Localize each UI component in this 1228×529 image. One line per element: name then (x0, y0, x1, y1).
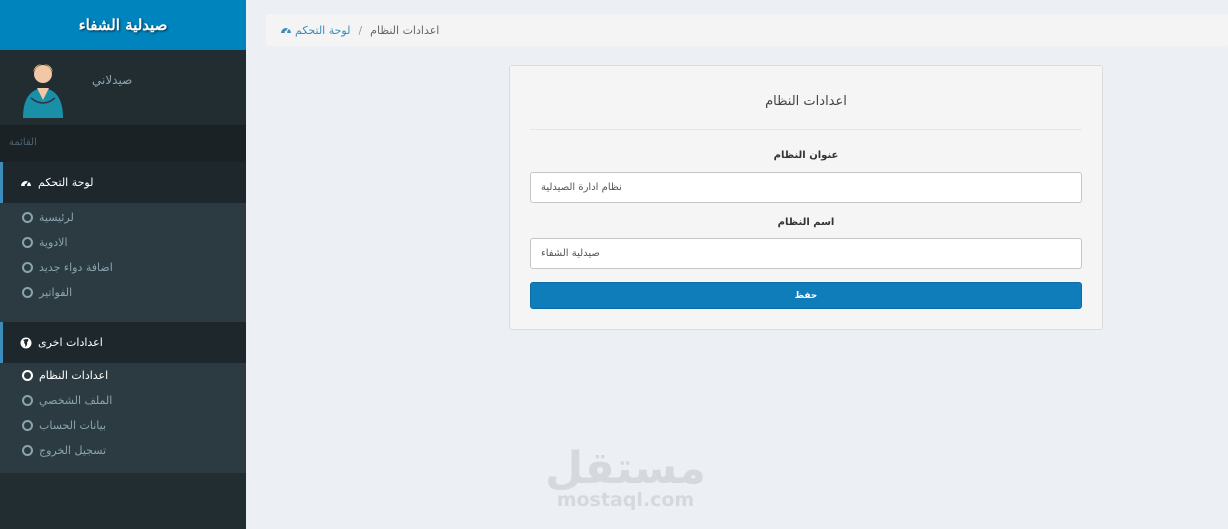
menu-header: القائمة (0, 125, 246, 162)
menu-item-label: اعدادات النظام (39, 369, 109, 382)
menu-divider (0, 305, 246, 322)
menu-item-logout[interactable]: تسجيل الخروج (0, 438, 246, 463)
circle-icon (22, 287, 33, 298)
circle-icon (22, 445, 33, 456)
menu-section-label: لوحة التحكم (38, 176, 94, 189)
circle-icon (22, 212, 33, 223)
watermark-arabic: مستقل (545, 443, 706, 494)
menu-item-system-settings[interactable]: اعدادات النظام (0, 363, 246, 388)
menu-item-invoices[interactable]: الفواتير (0, 280, 246, 305)
menu-item-label: الملف الشخصي (39, 394, 113, 407)
circle-icon (22, 237, 33, 248)
menu-item-label: بيانات الحساب (39, 419, 107, 432)
treeview-other-settings: اعدادات النظام الملف الشخصي بيانات الحسا… (0, 363, 246, 473)
system-address-label: عنوان النظام (773, 150, 839, 161)
user-name: صيدلاني (92, 73, 133, 87)
breadcrumb-home-link[interactable]: لوحة التحكم (280, 24, 350, 37)
menu-item-label: تسجيل الخروج (39, 444, 107, 457)
breadcrumb-separator: / (358, 23, 363, 37)
breadcrumb-current: اعدادات النظام (370, 23, 440, 37)
menu-item-label: اضافة دواء جديد (39, 261, 113, 274)
menu-item-label: الادوية (39, 236, 68, 249)
user-panel: صيدلاني (0, 50, 246, 125)
system-settings-panel: اعدادات النظام عنوان النظام اسم النظام ح… (509, 65, 1103, 330)
globe-icon (20, 337, 32, 348)
circle-icon (22, 370, 33, 381)
brand-logo[interactable]: صيدلية الشفاء (0, 0, 246, 50)
breadcrumb-home-label: لوحة التحكم (295, 23, 351, 37)
dashboard-icon (281, 28, 291, 34)
menu-item-label: الفواتير (39, 286, 73, 299)
menu-item-home[interactable]: لرئيسية (0, 205, 246, 230)
panel-title: اعدادات النظام (530, 66, 1082, 130)
menu-item-add-medicine[interactable]: اضافة دواء جديد (0, 255, 246, 280)
watermark: مستقل mostaql.com (545, 443, 706, 512)
circle-icon (22, 395, 33, 406)
menu-item-account[interactable]: بيانات الحساب (0, 413, 246, 438)
circle-icon (22, 420, 33, 431)
menu-item-medicines[interactable]: الادوية (0, 230, 246, 255)
menu-item-label: لرئيسية (39, 211, 74, 224)
menu-section-label: اعدادات اخرى (38, 336, 103, 349)
dashboard-icon (21, 180, 31, 186)
menu-item-profile[interactable]: الملف الشخصي (0, 388, 246, 413)
avatar (23, 64, 63, 118)
menu-section-dashboard[interactable]: لوحة التحكم (0, 162, 246, 203)
save-button[interactable]: حفظ (530, 282, 1082, 309)
circle-icon (22, 262, 33, 273)
sidebar: صيدلية الشفاء صيدلاني القائمة لوحة التحك… (0, 0, 246, 529)
breadcrumb: لوحة التحكم / اعدادات النظام (266, 14, 1228, 46)
watermark-latin: mostaql.com (556, 489, 695, 511)
system-name-input[interactable] (530, 238, 1082, 269)
system-name-label: اسم النظام (777, 217, 835, 228)
treeview-dashboard: لرئيسية الادوية اضافة دواء جديد الفواتير (0, 203, 246, 305)
system-address-input[interactable] (530, 172, 1082, 203)
menu-section-other-settings[interactable]: اعدادات اخرى (0, 322, 246, 363)
